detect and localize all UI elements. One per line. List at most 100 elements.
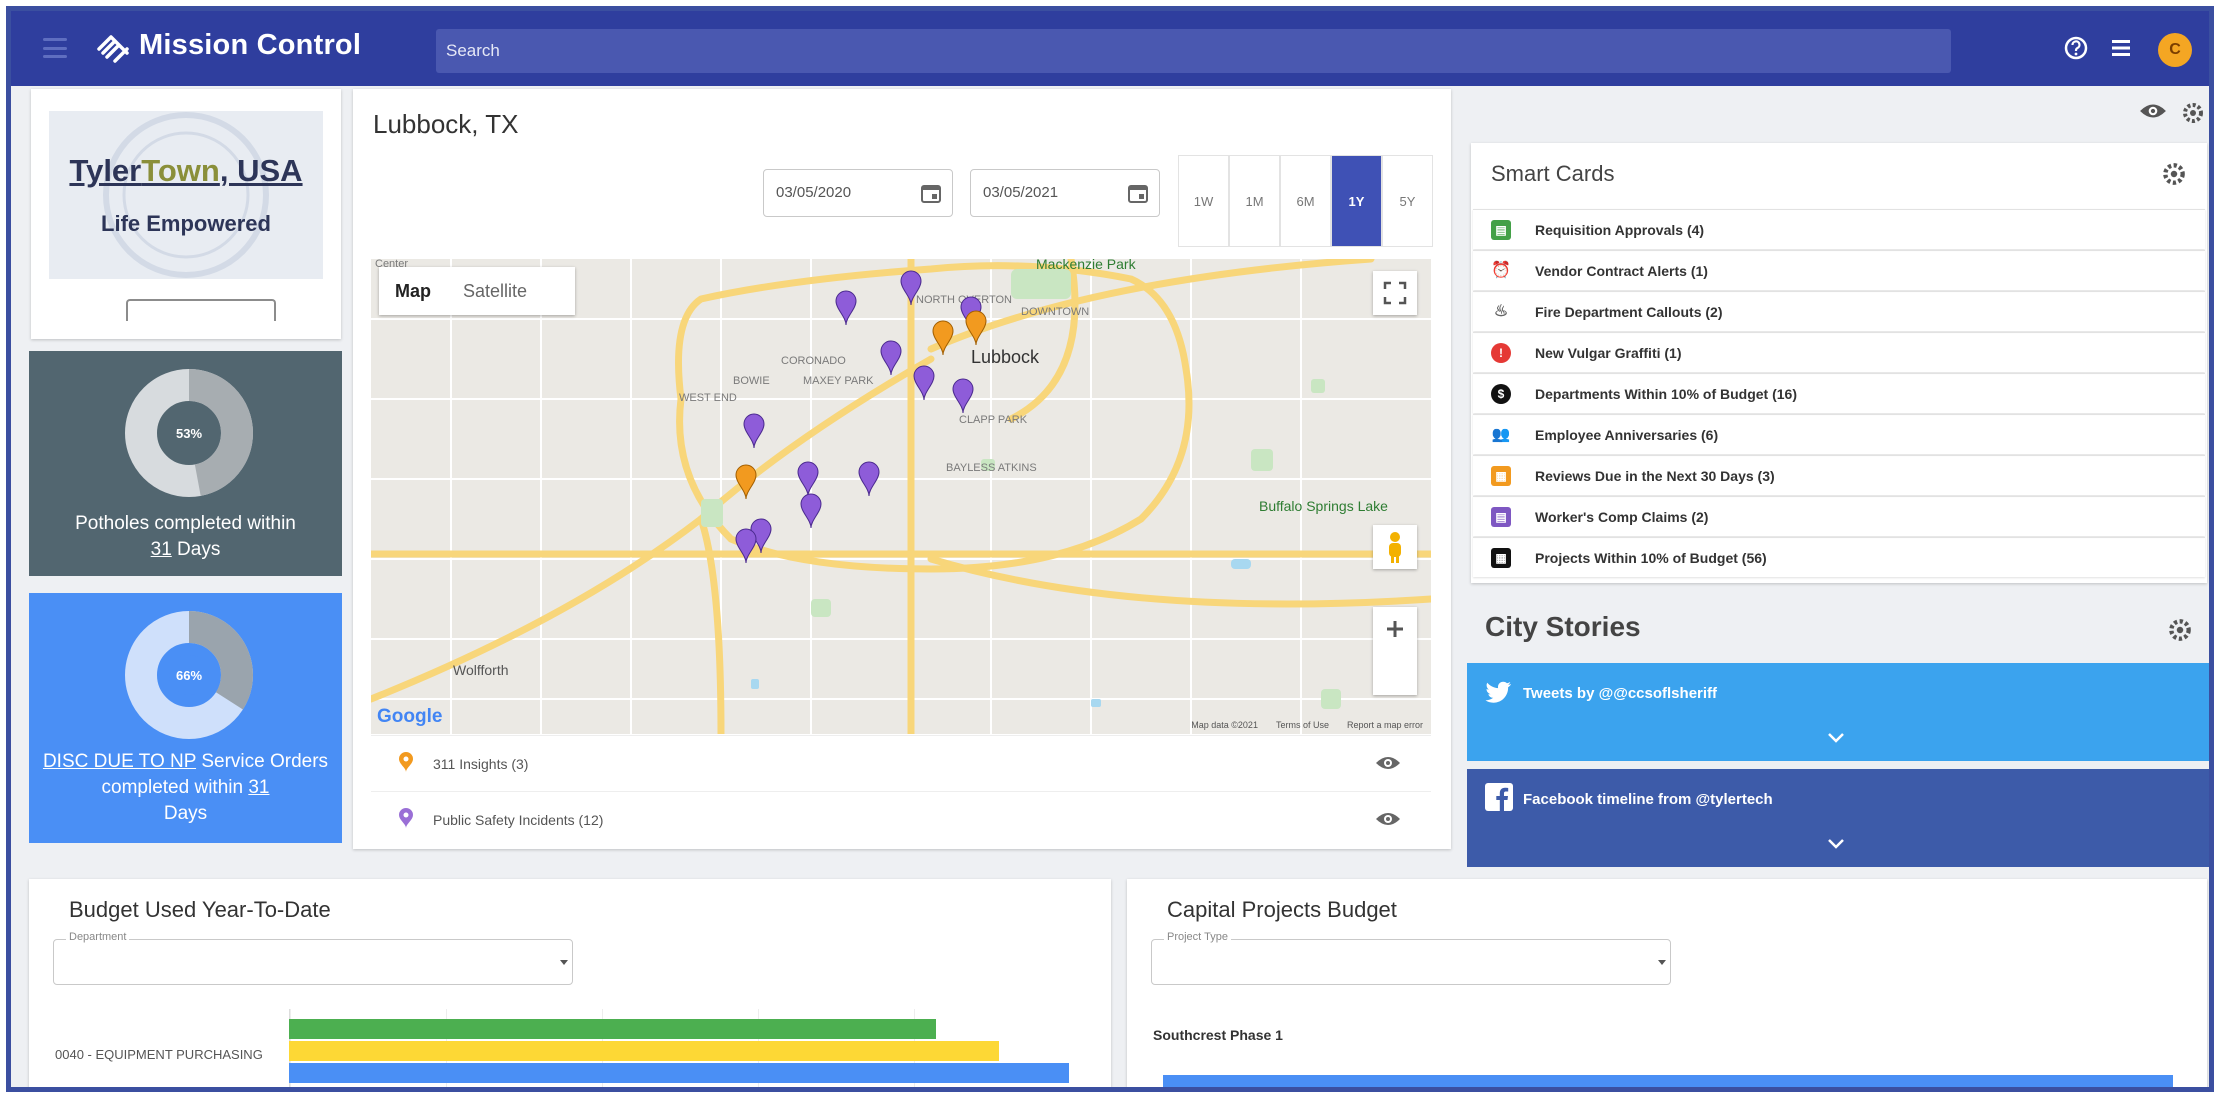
layer-row-311-insights: 311 Insights (3) (371, 735, 1431, 791)
eye-icon[interactable] (1375, 810, 1401, 828)
budget-bar-label: 0040 - EQUIPMENT PURCHASING (55, 1047, 263, 1062)
smart-card-item[interactable]: $ Departments Within 10% of Budget (16) (1473, 373, 2205, 413)
department-select-label: Department (66, 931, 130, 943)
twitter-feed-card[interactable]: Tweets by @@ccsoflsheriff (1467, 663, 2209, 761)
city-stories-title: City Stories (1485, 611, 1641, 642)
dropdown-arrow-icon (560, 960, 568, 965)
town-seal-image: TylerTown, USA Life Empowered (49, 111, 323, 279)
range-button-1m[interactable]: 1M (1229, 155, 1280, 247)
department-select[interactable]: Department (53, 931, 573, 985)
terms-link[interactable]: Terms of Use (1276, 720, 1329, 730)
kpi-card-service-orders[interactable]: 66% DISC DUE TO NP Service Orders comple… (29, 593, 342, 843)
town-name-part2: Town (141, 153, 220, 188)
pegman-icon (1389, 532, 1401, 563)
project-type-select[interactable]: Project Type (1151, 931, 1671, 985)
search-input[interactable]: Search (436, 29, 1951, 73)
town-tagline: Life Empowered (101, 211, 271, 236)
budget-title: Budget Used Year-To-Date (69, 897, 331, 922)
smart-card-item[interactable]: ⏰ Vendor Contract Alerts (1) (1473, 250, 2205, 290)
map-view[interactable]: CORONADO BOWIE MAXEY PARK WEST END NORTH… (371, 259, 1431, 734)
project-label: Southcrest Phase 1 (1153, 1027, 1283, 1043)
map-data-credit: Map data ©2021 (1191, 720, 1258, 730)
kpi-text-after: Days (163, 803, 208, 824)
menu-icon[interactable] (43, 38, 67, 58)
kpi-donut-chart: 53% (125, 369, 253, 497)
kpi-department-link[interactable]: DISC DUE TO NP (43, 751, 196, 772)
smart-card-label: Employee Anniversaries (6) (1535, 427, 1719, 443)
top-bar: Mission Control Search C (11, 11, 2209, 86)
chevron-down-icon[interactable] (1825, 837, 1847, 851)
eye-icon[interactable] (2139, 101, 2167, 121)
range-button-5y[interactable]: 5Y (1382, 155, 1433, 247)
map-label-clapp-park: CLAPP PARK (959, 414, 1028, 426)
town-name-part1: Tyler (69, 153, 142, 188)
smart-card-item[interactable]: ▦ Reviews Due in the Next 30 Days (3) (1473, 455, 2205, 495)
map-tab-map[interactable]: Map (379, 267, 447, 315)
smart-card-item[interactable]: ! New Vulgar Graffiti (1) (1473, 332, 2205, 372)
fullscreen-button[interactable] (1373, 271, 1417, 315)
facebook-feed-card[interactable]: Facebook timeline from @tylertech (1467, 769, 2209, 867)
town-name[interactable]: TylerTown, USA (49, 153, 323, 189)
budget-bar-encumbered (289, 1041, 999, 1061)
budget-bar-total (289, 1063, 1069, 1083)
purple-pin-icon (399, 808, 413, 828)
alert-icon: ! (1491, 343, 1511, 363)
kpi-card-potholes[interactable]: 53% Potholes completed within 31 Days (29, 351, 342, 576)
smart-card-item[interactable]: ♨ Fire Department Callouts (2) (1473, 291, 2205, 331)
seal-watermark-icon (103, 112, 269, 278)
calendar-icon[interactable] (1127, 182, 1149, 204)
map-tab-satellite[interactable]: Satellite (447, 267, 543, 315)
map-type-toggle: Map Satellite (379, 267, 575, 315)
start-date-value: 03/05/2020 (776, 184, 852, 201)
kpi-days-link[interactable]: 31 (248, 777, 269, 798)
gear-icon[interactable] (2181, 101, 2205, 125)
gear-icon[interactable] (2161, 161, 2187, 187)
kpi-description: Potholes completed within 31 Days (39, 511, 332, 563)
map-roads: CORONADO BOWIE MAXEY PARK WEST END NORTH… (371, 259, 1431, 734)
map-attribution: Map data ©2021 Terms of Use Report a map… (1191, 720, 1423, 730)
map-label-downtown: DOWNTOWN (1021, 306, 1089, 318)
range-button-1w[interactable]: 1W (1178, 155, 1229, 247)
kpi-days-link[interactable]: 31 (151, 539, 172, 560)
orange-pin-icon (399, 752, 413, 772)
fire-icon: ♨ (1493, 303, 1509, 320)
zoom-out-icon[interactable] (1373, 607, 1417, 651)
dollar-icon: $ (1491, 384, 1511, 404)
twitter-feed-label: Tweets by @@ccsoflsheriff (1523, 685, 1718, 702)
capital-projects-card: Capital Projects Budget Project Type Sou… (1127, 879, 2207, 1087)
smart-card-item[interactable]: ▤ Requisition Approvals (4) (1473, 209, 2205, 249)
mission-control-logo-icon (97, 35, 129, 63)
capital-title: Capital Projects Budget (1167, 897, 1397, 922)
start-date-input[interactable]: 03/05/2020 (763, 169, 953, 217)
calendar-icon: ▦ (1491, 466, 1511, 486)
zoom-controls (1373, 607, 1417, 695)
end-date-input[interactable]: 03/05/2021 (970, 169, 1160, 217)
map-title: Lubbock, TX (373, 109, 519, 139)
smart-card-label: Requisition Approvals (4) (1535, 222, 1705, 238)
budget-bar-used (289, 1019, 937, 1039)
list-menu-icon[interactable] (2106, 33, 2136, 63)
range-button-6m[interactable]: 6M (1280, 155, 1331, 247)
street-view-button[interactable] (1373, 525, 1417, 569)
report-error-link[interactable]: Report a map error (1347, 720, 1423, 730)
help-icon[interactable] (2061, 33, 2091, 63)
user-avatar[interactable]: C (2158, 33, 2192, 67)
alarm-icon: ⏰ (1491, 262, 1511, 279)
calendar-icon[interactable] (920, 182, 942, 204)
smart-card-item[interactable]: ▤ Worker's Comp Claims (2) (1473, 496, 2205, 536)
project-budget-bar (1163, 1075, 2173, 1087)
gear-icon[interactable] (2167, 617, 2193, 643)
map-label-mackenzie-park: Mackenzie Park (1036, 259, 1137, 272)
map-label-wolfforth: Wolfforth (453, 662, 509, 678)
calendar-grid-icon: ▦ (1491, 548, 1511, 568)
eye-icon[interactable] (1375, 754, 1401, 772)
map-label-maxey-park: MAXEY PARK (803, 375, 874, 387)
chevron-down-icon[interactable] (1825, 731, 1847, 745)
town-link-button[interactable] (126, 299, 276, 321)
app-title: Mission Control (139, 29, 362, 61)
smart-card-label: Fire Department Callouts (2) (1535, 304, 1723, 320)
smart-card-item[interactable]: ▦ Projects Within 10% of Budget (56) (1473, 537, 2205, 577)
smart-card-label: New Vulgar Graffiti (1) (1535, 345, 1682, 361)
range-button-1y[interactable]: 1Y (1331, 155, 1382, 247)
smart-card-item[interactable]: 👥 Employee Anniversaries (6) (1473, 414, 2205, 454)
